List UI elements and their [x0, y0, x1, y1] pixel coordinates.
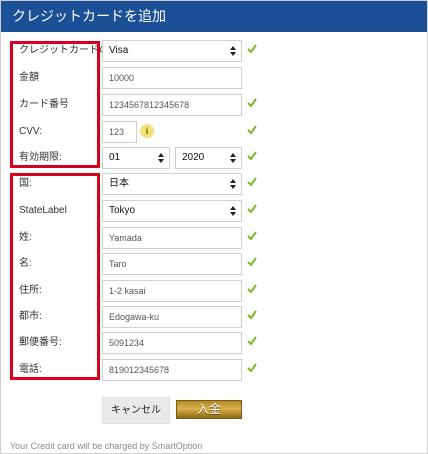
card-type-select[interactable]: Visa	[102, 40, 242, 62]
check-icon	[247, 284, 257, 294]
card-type-row: クレジットカードの種類 Visa	[1, 40, 427, 62]
info-icon[interactable]: i	[140, 124, 154, 138]
last-name-input[interactable]: Yamada	[102, 227, 242, 249]
postal-code-value: 5091234	[109, 338, 145, 348]
cancel-button[interactable]: キャンセル	[102, 397, 170, 424]
address-value: 1-2 kasai	[109, 286, 146, 296]
first-name-value: Taro	[109, 259, 127, 269]
card-number-label: カード番号	[19, 99, 69, 110]
amount-label: 金額	[19, 72, 39, 83]
cvv-label: CVV:	[19, 126, 42, 137]
country-value: 日本	[109, 178, 129, 189]
city-row: 都市: Edogawa-ku	[1, 306, 427, 328]
expiry-year-value: 2020	[182, 152, 205, 163]
country-label: 国:	[19, 178, 32, 189]
card-number-value: 1234567812345678	[109, 100, 190, 110]
expiry-month-select[interactable]: 01	[102, 147, 170, 169]
state-label: StateLabel	[19, 205, 67, 216]
last-name-row: 姓: Yamada	[1, 227, 427, 249]
deposit-button[interactable]: 入金	[176, 400, 242, 419]
add-credit-card-dialog: クレジットカードを追加 クレジットカードの種類 Visa 金額 10000 カー…	[0, 0, 428, 454]
check-icon	[247, 257, 257, 267]
cvv-row: CVV: 123 i	[1, 121, 427, 143]
check-icon	[247, 336, 257, 346]
check-icon	[247, 125, 257, 135]
phone-value: 819012345678	[109, 365, 170, 375]
state-value: Tokyo	[109, 205, 136, 216]
postal-code-label: 郵便番号:	[19, 337, 62, 348]
first-name-input[interactable]: Taro	[102, 253, 242, 275]
select-arrows-icon	[230, 206, 236, 216]
card-type-value: Visa	[109, 45, 129, 56]
amount-row: 金額 10000	[1, 67, 427, 89]
expiry-month-value: 01	[109, 152, 121, 163]
country-select[interactable]: 日本	[102, 173, 242, 195]
phone-input[interactable]: 819012345678	[102, 359, 242, 381]
first-name-label: 名:	[19, 258, 32, 269]
city-label: 都市:	[19, 311, 42, 322]
cvv-value: 123	[109, 127, 125, 137]
check-icon	[247, 363, 257, 373]
amount-value: 10000	[109, 73, 135, 83]
check-icon	[247, 231, 257, 241]
postal-code-input[interactable]: 5091234	[102, 332, 242, 354]
check-icon	[247, 177, 257, 187]
select-arrows-icon	[230, 153, 236, 163]
state-row: StateLabel Tokyo	[1, 200, 427, 222]
card-number-row: カード番号 1234567812345678	[1, 94, 427, 116]
last-name-label: 姓:	[19, 232, 32, 243]
last-name-value: Yamada	[109, 233, 142, 243]
cvv-input[interactable]: 123	[102, 121, 137, 143]
select-arrows-icon	[230, 46, 236, 56]
expiry-label: 有効期限:	[19, 152, 62, 163]
address-input[interactable]: 1-2 kasai	[102, 280, 242, 302]
city-input[interactable]: Edogawa-ku	[102, 306, 242, 328]
address-row: 住所: 1-2 kasai	[1, 280, 427, 302]
country-row: 国: 日本	[1, 173, 427, 195]
expiry-year-select[interactable]: 2020	[175, 147, 242, 169]
check-icon	[247, 310, 257, 320]
select-arrows-icon	[230, 179, 236, 189]
dialog-title: クレジットカードを追加	[1, 1, 427, 32]
check-icon	[247, 98, 257, 108]
postal-code-row: 郵便番号: 5091234	[1, 332, 427, 354]
city-value: Edogawa-ku	[109, 312, 160, 322]
phone-label: 電話:	[19, 364, 42, 375]
check-icon	[247, 151, 257, 161]
state-select[interactable]: Tokyo	[102, 200, 242, 222]
address-label: 住所:	[19, 285, 42, 296]
check-icon	[247, 204, 257, 214]
phone-row: 電話: 819012345678	[1, 359, 427, 381]
expiry-row: 有効期限: 01 2020	[1, 147, 427, 169]
first-name-row: 名: Taro	[1, 253, 427, 275]
charge-notice: Your Credit card will be charged by Smar…	[10, 441, 203, 451]
check-icon	[247, 44, 257, 54]
amount-input[interactable]: 10000	[102, 67, 242, 89]
card-number-input[interactable]: 1234567812345678	[102, 94, 242, 116]
select-arrows-icon	[158, 153, 164, 163]
